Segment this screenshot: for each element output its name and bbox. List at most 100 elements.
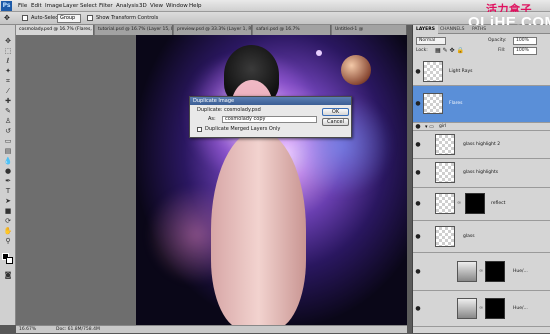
layer-thumbnail bbox=[435, 162, 455, 183]
tab-channels[interactable]: CHANNELS bbox=[437, 25, 468, 34]
menu-3d[interactable]: 3D bbox=[139, 0, 147, 12]
layer-hue-saturation-1[interactable]: ● ∞ Hue/... bbox=[413, 253, 550, 291]
history-brush-icon[interactable]: ↺ bbox=[3, 127, 13, 135]
layers-panel: LAYERS CHANNELS PATHS Normal Opacity: 10… bbox=[412, 25, 550, 333]
menu-select[interactable]: Select bbox=[80, 0, 97, 12]
cancel-button[interactable]: Cancel bbox=[322, 118, 349, 126]
body bbox=[211, 130, 306, 325]
lasso-tool-icon[interactable]: ℓ bbox=[3, 57, 13, 65]
fill-label: Fill: bbox=[498, 48, 506, 53]
menu-file[interactable]: File bbox=[18, 0, 27, 12]
layer-name: girl bbox=[439, 124, 447, 129]
visibility-eye-icon[interactable]: ● bbox=[415, 124, 421, 130]
pen-tool-icon[interactable]: ✒ bbox=[3, 177, 13, 185]
layer-glass[interactable]: ● glass bbox=[413, 221, 550, 253]
blur-tool-icon[interactable]: 💧 bbox=[3, 157, 13, 165]
crop-tool-icon[interactable]: ⌗ bbox=[3, 77, 13, 85]
marquee-tool-icon[interactable]: ⬚ bbox=[3, 47, 13, 55]
path-select-icon[interactable]: ➤ bbox=[3, 197, 13, 205]
menu-window[interactable]: Window bbox=[166, 0, 188, 12]
tab-untitled[interactable]: Untitled-1 @ bbox=[332, 25, 407, 35]
layer-name: Hue/... bbox=[513, 306, 528, 311]
visibility-eye-icon[interactable]: ● bbox=[415, 201, 421, 207]
duplicate-label: Duplicate: bbox=[197, 107, 223, 113]
auto-select-dropdown[interactable]: Group bbox=[57, 14, 81, 23]
magic-wand-icon[interactable]: ✦ bbox=[3, 67, 13, 75]
menu-image[interactable]: Image bbox=[45, 0, 62, 12]
lock-label: Lock: bbox=[416, 48, 428, 53]
lock-icons[interactable]: ▦ ✎ ✥ 🔒 bbox=[435, 47, 464, 55]
type-tool-icon[interactable]: T bbox=[3, 187, 13, 195]
tab-tutorial[interactable]: tutorial.psd @ 16.7% (Layer 15, RGB/8) bbox=[95, 25, 173, 35]
layer-name: Flares bbox=[449, 101, 463, 106]
auto-select-checkbox[interactable] bbox=[22, 15, 28, 21]
gradient-tool-icon[interactable]: ▤ bbox=[3, 147, 13, 155]
merged-layers-checkbox[interactable] bbox=[197, 127, 202, 132]
visibility-eye-icon[interactable]: ● bbox=[415, 234, 421, 240]
eraser-tool-icon[interactable]: ▭ bbox=[3, 137, 13, 145]
ok-button[interactable]: OK bbox=[322, 108, 349, 116]
menu-view[interactable]: View bbox=[150, 0, 163, 12]
tab-safari[interactable]: safari.psd @ 16.7% bbox=[253, 25, 331, 35]
layer-glass-highlight-2[interactable]: ● glass highlight 2 bbox=[413, 131, 550, 159]
document-tab-bar: cosmolady.psd @ 16.7% (Flares, RGB/8) tu… bbox=[16, 25, 407, 35]
layers-panel-tabs: LAYERS CHANNELS PATHS bbox=[413, 25, 550, 34]
photoshop-logo[interactable]: Ps bbox=[1, 1, 12, 11]
menu-filter[interactable]: Filter bbox=[99, 0, 113, 12]
eyedropper-icon[interactable]: ⁄ bbox=[3, 87, 13, 95]
fill-input[interactable]: 100% bbox=[513, 47, 537, 55]
as-name-input[interactable]: cosmolady copy bbox=[222, 116, 317, 123]
layer-reflect[interactable]: ● ∞ reflect bbox=[413, 188, 550, 221]
menu-help[interactable]: Help bbox=[189, 0, 202, 12]
background-color-swatch[interactable] bbox=[6, 257, 13, 264]
opacity-input[interactable]: 100% bbox=[513, 37, 537, 45]
adjustment-icon bbox=[457, 298, 477, 319]
visibility-eye-icon[interactable]: ● bbox=[415, 269, 421, 275]
folder-icon: ▾ ▭ bbox=[425, 124, 434, 130]
zoom-tool-icon[interactable]: ⚲ bbox=[3, 237, 13, 245]
menu-analysis[interactable]: Analysis bbox=[116, 0, 139, 12]
menu-bar: Ps File Edit Image Layer Select Filter A… bbox=[0, 0, 550, 12]
3d-rotate-icon[interactable]: ⟳ bbox=[3, 217, 13, 225]
layer-thumbnail bbox=[435, 134, 455, 155]
layer-mask-thumbnail[interactable] bbox=[485, 298, 505, 319]
move-tool-icon: ✥ bbox=[4, 14, 10, 22]
layer-flares[interactable]: ● Flares bbox=[413, 86, 550, 123]
blend-mode-dropdown[interactable]: Normal bbox=[416, 37, 446, 45]
dialog-title: Duplicate Image bbox=[190, 97, 351, 105]
layer-hue-saturation-2[interactable]: ● ∞ Hue/... bbox=[413, 291, 550, 327]
dodge-tool-icon[interactable]: ● bbox=[3, 167, 13, 175]
menu-layer[interactable]: Layer bbox=[63, 0, 78, 12]
hand-tool-icon[interactable]: ✋ bbox=[3, 227, 13, 235]
tab-preview[interactable]: preview.psd @ 33.3% (Layer 1, RGB/8) bbox=[174, 25, 252, 35]
move-tool-icon[interactable]: ✥ bbox=[3, 37, 13, 45]
visibility-eye-icon[interactable]: ● bbox=[415, 142, 421, 148]
duplicate-image-dialog: Duplicate Image Duplicate: cosmolady.psd… bbox=[189, 96, 352, 138]
layer-mask-thumbnail[interactable] bbox=[485, 261, 505, 282]
visibility-eye-icon[interactable]: ● bbox=[415, 306, 421, 312]
layer-light-rays[interactable]: ● Light Rays bbox=[413, 58, 550, 86]
brush-tool-icon[interactable]: ✎ bbox=[3, 107, 13, 115]
visibility-eye-icon[interactable]: ● bbox=[415, 101, 421, 107]
layer-name: reflect bbox=[491, 201, 506, 206]
shape-tool-icon[interactable]: ■ bbox=[3, 207, 13, 215]
menu-edit[interactable]: Edit bbox=[31, 0, 42, 12]
duplicate-value: cosmolady.psd bbox=[224, 107, 261, 113]
layer-glass-highlights[interactable]: ● glass highlights bbox=[413, 159, 550, 188]
visibility-eye-icon[interactable]: ● bbox=[415, 170, 421, 176]
tab-paths[interactable]: PATHS bbox=[469, 25, 489, 34]
link-chain-icon: ∞ bbox=[479, 268, 484, 274]
status-bar: 16.67% Doc: 61.8M/758.4M bbox=[16, 325, 407, 333]
layer-mask-thumbnail[interactable] bbox=[465, 193, 485, 214]
document-artwork[interactable] bbox=[136, 35, 407, 325]
visibility-eye-icon[interactable]: ● bbox=[415, 69, 421, 75]
layer-group-girl[interactable]: ● ▾ ▭ girl bbox=[413, 123, 550, 131]
adjustment-icon bbox=[457, 261, 477, 282]
layer-thumbnail bbox=[435, 193, 455, 214]
tab-layers[interactable]: LAYERS bbox=[413, 25, 438, 34]
clone-stamp-icon[interactable]: ♙ bbox=[3, 117, 13, 125]
quick-mask-icon[interactable]: ◙ bbox=[3, 271, 13, 279]
tab-cosmolady[interactable]: cosmolady.psd @ 16.7% (Flares, RGB/8) bbox=[16, 25, 94, 35]
healing-brush-icon[interactable]: ✚ bbox=[3, 97, 13, 105]
show-transform-checkbox[interactable] bbox=[87, 15, 93, 21]
